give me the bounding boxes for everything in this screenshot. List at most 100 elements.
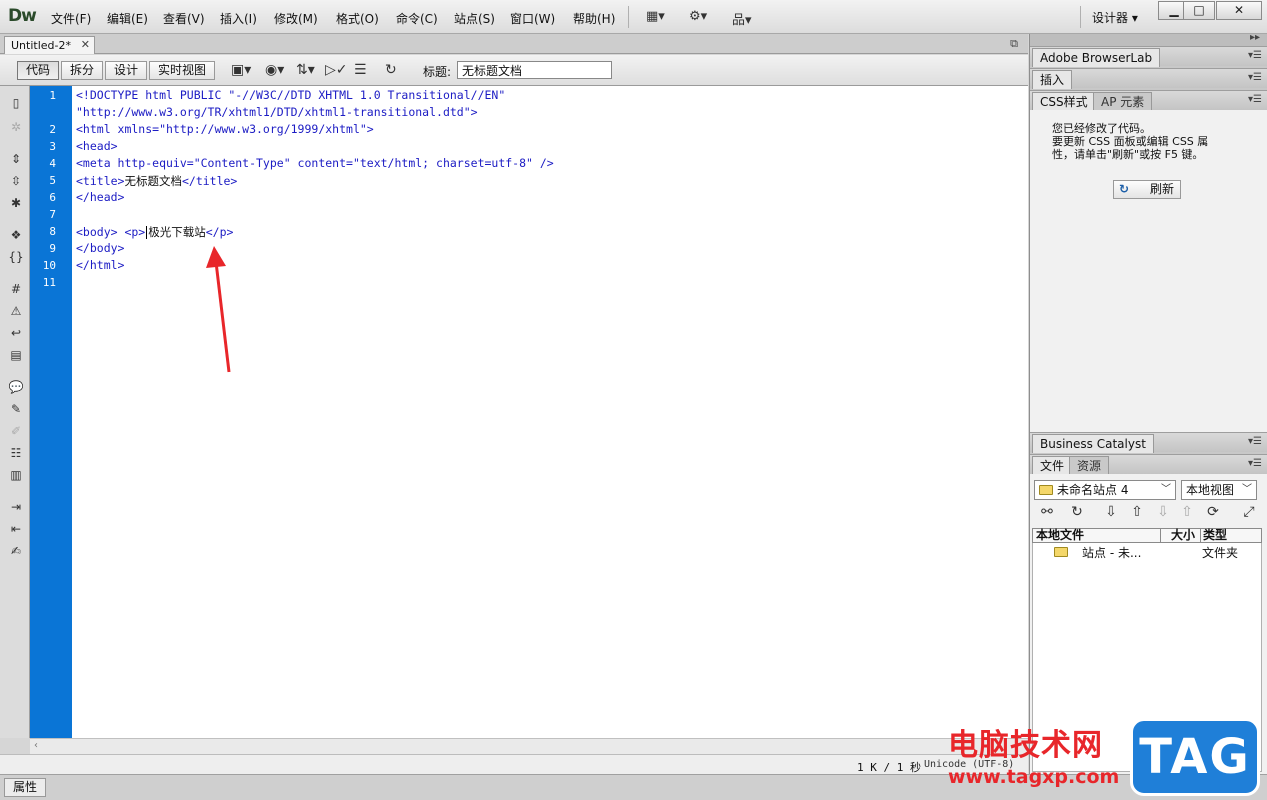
panel-menu-icon[interactable]: ▾☰ [1248,458,1262,469]
format-source-icon[interactable]: ✍ [8,544,24,558]
line-number: 3 [49,140,56,153]
insert-tab[interactable]: 插入 [1032,70,1073,89]
menu-bar: Dw 文件(F) 编辑(E) 查看(V) 插入(I) 修改(M) 格式(O) 命… [0,0,1267,34]
document-tab[interactable]: Untitled-2* ✕ [4,36,95,54]
close-button[interactable]: ✕ [1216,1,1262,20]
code-editor[interactable]: <!DOCTYPE html PUBLIC "-//W3C//DTD XHTML… [72,86,1028,738]
select-parent-tag-icon[interactable]: ❖ [8,228,24,242]
synchronize-icon[interactable]: ⟳ [1204,504,1222,520]
assets-tab[interactable]: 资源 [1069,456,1110,475]
put-files-icon[interactable]: ⇧ [1128,504,1146,520]
business-catalyst-tab[interactable]: Business Catalyst [1032,434,1154,453]
menu-view[interactable]: 查看(V) [163,10,205,27]
balance-braces-icon[interactable]: {} [8,250,24,264]
coding-toolbar: ▯ ✲ ⇕ ⇳ ✱ ❖ {} # ⚠ ↩ ▤ 💬 ✎ ✐ ☷ ▥ ⇥ ⇤ ✍ [0,86,30,738]
collapse-selection-icon[interactable]: ⇳ [8,174,24,188]
workspace-switcher[interactable]: 设计器 ▾ [1092,9,1138,26]
scroll-left-icon[interactable]: ‹ [34,740,38,751]
menu-file[interactable]: 文件(F) [51,10,91,27]
site-select[interactable]: 未命名站点 4 ﹀ [1034,480,1176,500]
validate-icon[interactable]: ▷✓ [325,62,348,78]
refresh-files-icon[interactable]: ↻ [1068,504,1086,520]
syntax-coloring-icon[interactable]: ▤ [8,348,24,362]
chevron-down-icon: ﹀ [1242,484,1252,495]
ap-elements-tab[interactable]: AP 元素 [1093,92,1153,111]
file-management-icon[interactable]: ⇅▾ [296,62,315,78]
check-in-icon[interactable]: ⇧ [1178,504,1196,520]
panel-menu-icon[interactable]: ▾☰ [1248,94,1262,105]
expand-files-icon[interactable]: ⤢ [1240,504,1258,520]
horizontal-scrollbar[interactable]: ‹ [30,738,1028,754]
panel-menu-icon[interactable]: ▾☰ [1248,50,1262,61]
recent-snippets-icon[interactable]: ☷ [8,446,24,460]
word-wrap-icon[interactable]: ↩ [8,326,24,340]
document-tab-bar: Untitled-2* ✕ ⧉ [0,34,1028,54]
live-view-button[interactable]: 实时视图 [149,61,215,80]
code-text: 极光下载站 [148,225,206,239]
line-number: 10 [42,259,56,272]
file-name: 站点 - 未... [1082,546,1142,560]
chevron-down-icon: ▾ [1131,11,1138,25]
menu-commands[interactable]: 命令(C) [396,10,438,27]
browser-preview-icon[interactable]: ◉▾ [265,62,284,78]
properties-tab[interactable]: 属性 [4,778,46,797]
open-documents-icon[interactable]: ▯ [8,96,24,110]
site-icon[interactable]: 品▾ [732,9,752,28]
code-tag: </title> [181,174,238,188]
show-code-navigator-icon[interactable]: ✲ [8,120,24,134]
connect-icon[interactable]: ⚯ [1038,504,1056,520]
watermark-tag-label: TAG [1139,729,1251,785]
menu-site[interactable]: 站点(S) [454,10,495,27]
files-tab[interactable]: 文件 [1032,456,1073,475]
menu-edit[interactable]: 编辑(E) [107,10,148,27]
column-local-files[interactable]: 本地文件 [1036,529,1084,542]
refresh-label: 刷新 [1150,182,1175,196]
file-row[interactable]: 站点 - 未... 文件夹 [1032,544,1262,560]
document-tab-label: Untitled-2* [11,39,71,52]
collapse-panel-icon[interactable]: ▸▸ [1250,32,1260,43]
check-out-icon[interactable]: ⇩ [1154,504,1172,520]
move-css-icon[interactable]: ▥ [8,468,24,482]
title-input[interactable] [457,61,612,79]
indent-code-icon[interactable]: ⇥ [8,500,24,514]
column-separator [1160,529,1161,542]
multiscreen-icon[interactable]: ▣▾ [231,62,251,78]
get-files-icon[interactable]: ⇩ [1102,504,1120,520]
file-list-header: 本地文件 大小 类型 [1032,528,1262,543]
refresh-button[interactable]: ↻ 刷新 [1113,180,1181,199]
folder-icon [1039,485,1053,495]
highlight-invalid-icon[interactable]: ⚠ [8,304,24,318]
restore-icon[interactable]: ⧉ [1010,37,1018,51]
code-view-button[interactable]: 代码 [17,61,59,80]
maximize-button[interactable]: □ [1183,1,1215,20]
visual-aids-icon[interactable]: ☰ [354,62,367,78]
menu-insert[interactable]: 插入(I) [220,10,257,27]
close-icon[interactable]: ✕ [81,38,90,51]
menu-help[interactable]: 帮助(H) [573,10,615,27]
menu-format[interactable]: 格式(O) [336,10,379,27]
outdent-code-icon[interactable]: ⇤ [8,522,24,536]
browserlab-tab[interactable]: Adobe BrowserLab [1032,48,1161,67]
extend-gear-icon[interactable]: ⚙▾ [689,9,707,24]
design-view-button[interactable]: 设计 [105,61,147,80]
split-view-button[interactable]: 拆分 [61,61,103,80]
panel-menu-icon[interactable]: ▾☰ [1248,436,1262,447]
menu-modify[interactable]: 修改(M) [274,10,318,27]
collapse-full-tag-icon[interactable]: ⇕ [8,152,24,166]
refresh-icon[interactable]: ↻ [385,62,397,78]
column-type[interactable]: 类型 [1203,529,1227,542]
menu-window[interactable]: 窗口(W) [510,10,555,27]
line-numbers-icon[interactable]: # [8,282,24,296]
column-size[interactable]: 大小 [1171,529,1195,542]
css-styles-tab[interactable]: CSS样式 [1032,92,1096,111]
view-select[interactable]: 本地视图 ﹀ [1181,480,1257,500]
layout-icon[interactable]: ▦▾ [646,9,665,24]
panel-menu-icon[interactable]: ▾☰ [1248,72,1262,83]
business-catalyst-group: Business Catalyst ▾☰ [1030,432,1267,453]
remove-comment-icon[interactable]: ✎ [8,402,24,416]
expand-all-icon[interactable]: ✱ [8,196,24,210]
apply-comment-icon[interactable]: 💬 [8,380,24,394]
wrap-tag-icon[interactable]: ✐ [8,424,24,438]
code-line: <body> <p> 极光下载站</p> [76,224,233,240]
code-line: <head> [76,139,118,153]
